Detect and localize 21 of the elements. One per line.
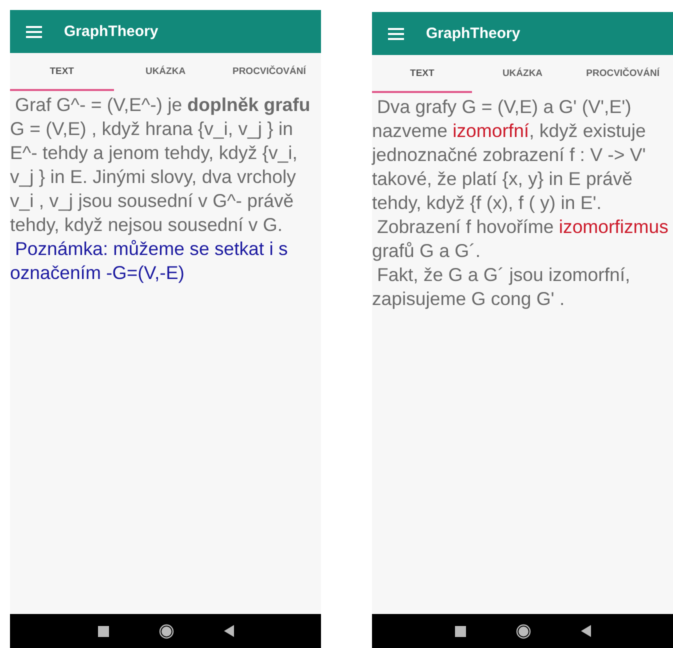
back-icon[interactable] <box>224 625 234 637</box>
tab[interactable]: TEXT <box>10 53 114 91</box>
app-title: GraphTheory <box>426 25 520 42</box>
back-icon[interactable] <box>580 625 590 637</box>
paragraph: Zobrazení f hovoříme izomorfizmus grafů G a G´. <box>372 215 670 263</box>
menu-icon[interactable] <box>388 28 404 40</box>
tab[interactable]: PROCVIČOVÁNÍ <box>217 53 322 91</box>
paragraph: Dva grafy G = (V,E) a G' (V',E') nazveme izomorfní, když existuje jednoznačné zobrazení f : V -> V' takové, že platí {x, y} in E právě tehdy, když {f (x), f ( y) in E'. <box>372 95 647 215</box>
home-icon[interactable] <box>158 624 174 638</box>
tab[interactable]: PROCVIČOVÁNÍ <box>572 55 673 93</box>
tab[interactable]: UKÁZKA <box>472 55 573 93</box>
menu-icon[interactable] <box>26 26 42 38</box>
paragraph: Poznámka: můžeme se setkat i s označením -G=(V,-E) <box>10 237 289 285</box>
square-icon[interactable] <box>98 626 108 636</box>
paragraph: Fakt, že G a G´ jsou izomorfní, zapisujeme G cong G' . <box>372 263 632 311</box>
paragraph: Graf G^- = (V,E^-) je doplněk grafu G = (V,E) , když hrana {v_i, v_j } in E^- tehdy a jenom tehdy, když {v_i, v_j } in E. Jinými slovy, dva vrcholy v_i , v_j jsou sousední v G^- právě tehdy, když nejsou sousední v G. <box>10 93 312 237</box>
square-icon[interactable] <box>454 626 466 636</box>
tab[interactable]: UKÁZKA <box>114 53 218 91</box>
tab[interactable]: TEXT <box>372 55 472 93</box>
home-icon[interactable] <box>516 624 530 638</box>
app-title: GraphTheory <box>64 23 158 40</box>
